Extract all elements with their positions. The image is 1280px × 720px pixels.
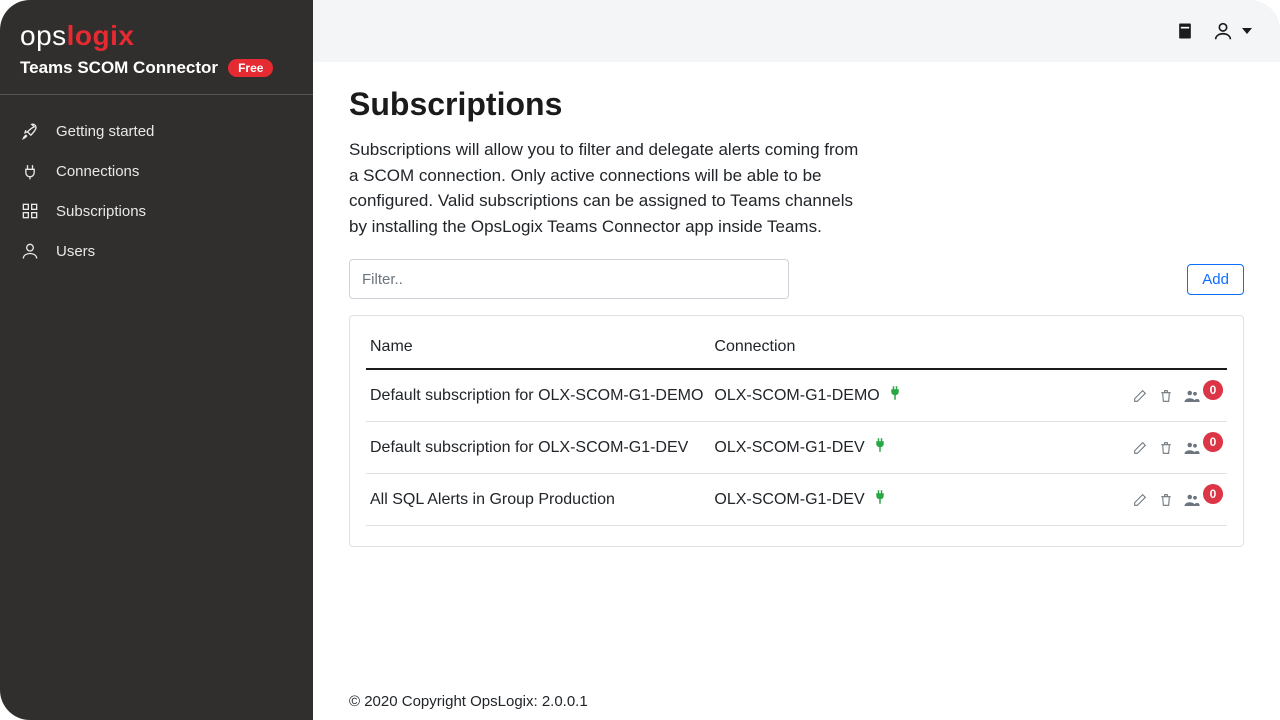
user-icon [1212,20,1234,42]
user-icon [20,241,40,261]
edit-button[interactable] [1131,387,1149,405]
topbar [313,0,1280,62]
col-header-name: Name [366,328,710,369]
cell-name: Default subscription for OLX-SCOM-G1-DEM… [366,369,710,422]
assign-users-button[interactable] [1183,439,1201,457]
page-title: Subscriptions [349,86,1244,123]
brand-pre: ops [20,20,67,51]
subscriptions-table-card: Name Connection Default subscription for… [349,315,1244,547]
toolbar: Add [349,259,1244,299]
delete-button[interactable] [1157,387,1175,405]
user-count-badge: 0 [1203,484,1223,504]
sidebar-item-label: Connections [56,163,139,180]
cell-connection: OLX-SCOM-G1-DEV [710,474,1067,526]
page-intro: Subscriptions will allow you to filter a… [349,137,869,239]
plug-connected-icon [871,488,889,511]
brand-logo: opslogix [20,20,293,52]
user-count-badge: 0 [1203,432,1223,452]
filter-input[interactable] [349,259,789,299]
table-row: Default subscription for OLX-SCOM-G1-DEM… [366,369,1227,422]
delete-button[interactable] [1157,491,1175,509]
user-count-badge: 0 [1203,380,1223,400]
col-header-connection: Connection [710,328,1067,369]
grid-icon [20,201,40,221]
connection-name: OLX-SCOM-G1-DEV [714,439,864,457]
sidebar-nav: Getting started Connections Subscription… [0,95,313,287]
assign-users-button[interactable] [1183,387,1201,405]
add-button[interactable]: Add [1187,264,1244,295]
cell-name: Default subscription for OLX-SCOM-G1-DEV [366,422,710,474]
delete-button[interactable] [1157,439,1175,457]
footer: © 2020 Copyright OpsLogix: 2.0.0.1 [313,693,1280,720]
brand-subtitle: Teams SCOM Connector [20,58,218,78]
edit-button[interactable] [1131,491,1149,509]
sidebar-item-subscriptions[interactable]: Subscriptions [0,191,313,231]
connection-name: OLX-SCOM-G1-DEMO [714,387,879,405]
assign-users-button[interactable] [1183,491,1201,509]
sidebar-item-label: Getting started [56,123,154,140]
plug-connected-icon [871,436,889,459]
sidebar: opslogix Teams SCOM Connector Free Getti… [0,0,313,720]
cell-name: All SQL Alerts in Group Production [366,474,710,526]
sidebar-item-label: Subscriptions [56,203,146,220]
cell-connection: OLX-SCOM-G1-DEV [710,422,1067,474]
brand: opslogix Teams SCOM Connector Free [0,0,313,95]
content: Subscriptions Subscriptions will allow y… [313,62,1280,693]
brand-post: logix [67,20,135,51]
cell-connection: OLX-SCOM-G1-DEMO [710,369,1067,422]
subscriptions-table: Name Connection Default subscription for… [366,328,1227,526]
chevron-down-icon [1242,28,1252,34]
free-badge: Free [228,59,273,77]
edit-button[interactable] [1131,439,1149,457]
plug-connected-icon [886,384,904,407]
main: Subscriptions Subscriptions will allow y… [313,0,1280,720]
user-menu[interactable] [1212,20,1252,42]
sidebar-item-users[interactable]: Users [0,231,313,271]
table-row: All SQL Alerts in Group Production OLX-S… [366,474,1227,526]
table-row: Default subscription for OLX-SCOM-G1-DEV… [366,422,1227,474]
sidebar-item-getting-started[interactable]: Getting started [0,111,313,151]
sidebar-item-connections[interactable]: Connections [0,151,313,191]
sidebar-item-label: Users [56,243,95,260]
docs-icon[interactable] [1174,20,1196,42]
connection-name: OLX-SCOM-G1-DEV [714,491,864,509]
plug-icon [20,161,40,181]
rocket-icon [20,121,40,141]
